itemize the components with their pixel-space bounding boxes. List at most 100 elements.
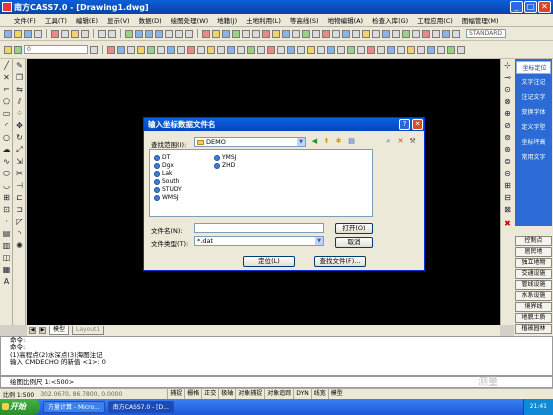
snap-f-icon[interactable]: ⊘ <box>503 121 512 130</box>
cass-tool-ag-icon[interactable] <box>427 45 435 54</box>
dyn-toggle[interactable]: DYN <box>293 389 310 399</box>
snap-e-icon[interactable]: ⊕ <box>503 109 512 118</box>
layer-state-icon[interactable] <box>14 45 22 54</box>
otrack-toggle[interactable]: 对象追踪 <box>264 389 293 399</box>
polyline-icon[interactable]: ⌐ <box>2 85 11 94</box>
construction-line-icon[interactable]: ✕ <box>2 73 11 82</box>
dialog-close-icon[interactable]: ✕ <box>412 119 423 130</box>
break-icon[interactable]: ⊏ <box>15 193 24 202</box>
list-item[interactable]: WMSJ <box>154 194 179 201</box>
minimize-button[interactable]: _ <box>510 1 523 13</box>
snap-c-icon[interactable]: ⊙ <box>503 85 512 94</box>
list-item[interactable]: Dgx <box>154 162 174 169</box>
array-icon[interactable]: ⁘ <box>15 109 24 118</box>
tool-t-icon[interactable] <box>392 29 400 38</box>
menu-item-traffic[interactable]: 交通设施 <box>515 269 552 279</box>
open-button[interactable]: 打开(O) <box>335 223 373 234</box>
list-item[interactable]: South <box>154 178 179 185</box>
tool-l-icon[interactable] <box>312 29 320 38</box>
close-button[interactable]: ✕ <box>538 1 551 13</box>
tool-y-icon[interactable] <box>442 29 450 38</box>
menu-draw[interactable]: 绘图处理(W) <box>171 15 209 25</box>
cass-tool-k-icon[interactable] <box>207 45 215 54</box>
menu-item-water[interactable]: 水系设施 <box>515 291 552 301</box>
rotate-icon[interactable]: ↻ <box>15 133 24 142</box>
print-icon[interactable] <box>34 29 42 38</box>
properties-icon[interactable] <box>165 29 173 38</box>
menu-item-vegetation[interactable]: 植被园林 <box>515 324 552 334</box>
revcloud-icon[interactable]: ☁ <box>2 145 11 154</box>
tab-next-icon[interactable]: ▶ <box>39 327 46 334</box>
cass-tool-q-icon[interactable] <box>267 45 275 54</box>
cass-tool-y-icon[interactable] <box>347 45 355 54</box>
region-icon[interactable]: ◫ <box>2 253 11 262</box>
zoom-previous-icon[interactable] <box>155 29 163 38</box>
polygon-icon[interactable]: ⬠ <box>2 97 11 106</box>
cass-tool-a-icon[interactable] <box>107 45 115 54</box>
list-item[interactable]: Lak <box>154 170 173 177</box>
layer-combo[interactable]: 0 <box>24 45 88 54</box>
menu-item-boundary[interactable]: 境界线 <box>515 302 552 312</box>
close-panel-icon[interactable]: ✖ <box>503 219 512 228</box>
menu-cadastre[interactable]: 地籍(J) <box>217 15 237 25</box>
tool-c-icon[interactable] <box>222 29 230 38</box>
cass-tool-t-icon[interactable] <box>297 45 305 54</box>
menu-item-coord-elevation[interactable]: 坐标坪高 <box>516 136 551 149</box>
undo-icon[interactable] <box>98 29 106 38</box>
tool-a-icon[interactable] <box>202 29 210 38</box>
cass-tool-ac-icon[interactable] <box>387 45 395 54</box>
tool-z-icon[interactable] <box>452 29 460 38</box>
offset-icon[interactable]: ⫽ <box>15 97 24 106</box>
spline-icon[interactable]: ∿ <box>2 157 11 166</box>
cass-tool-h-icon[interactable] <box>177 45 185 54</box>
menu-item-common-text[interactable]: 常用文字 <box>516 151 551 164</box>
cass-tool-z-icon[interactable] <box>357 45 365 54</box>
tool-u-icon[interactable] <box>402 29 410 38</box>
cass-tool-i-icon[interactable] <box>187 45 195 54</box>
list-item[interactable]: DT <box>154 154 170 161</box>
explode-icon[interactable]: ✺ <box>15 241 24 250</box>
menu-sheet[interactable]: 图幅管理(M) <box>462 15 499 25</box>
gradient-icon[interactable]: ▥ <box>2 241 11 250</box>
rectangle-icon[interactable]: ▭ <box>2 109 11 118</box>
open-icon[interactable] <box>14 29 22 38</box>
lineweight-toggle[interactable]: 线宽 <box>310 389 328 399</box>
model-toggle[interactable]: 模型 <box>327 389 345 399</box>
menu-check[interactable]: 检查入库(G) <box>372 15 408 25</box>
filename-input[interactable] <box>194 223 324 233</box>
snap-a-icon[interactable]: ⊹ <box>503 61 512 70</box>
menu-feature-edit[interactable]: 地物编辑(A) <box>328 15 364 25</box>
menu-data[interactable]: 数据(D) <box>139 15 162 25</box>
tool-r-icon[interactable] <box>372 29 380 38</box>
trim-icon[interactable]: ✂ <box>15 169 24 178</box>
list-item[interactable]: ZHD <box>214 162 235 169</box>
cass-app-icon[interactable] <box>2 2 12 12</box>
cass-tool-w-icon[interactable] <box>327 45 335 54</box>
cass-tool-f-icon[interactable] <box>157 45 165 54</box>
hatch-icon[interactable]: ▤ <box>2 229 11 238</box>
list-item[interactable]: STUDY <box>154 186 182 193</box>
menu-item-define-style[interactable]: 定义字型 <box>516 121 551 134</box>
menu-engineering[interactable]: 工程应用(C) <box>417 15 453 25</box>
snap-m-icon[interactable]: ⊠ <box>503 205 512 214</box>
menu-view[interactable]: 显示(V) <box>107 15 130 25</box>
cass-tool-o-icon[interactable] <box>247 45 255 54</box>
tool-q-icon[interactable] <box>362 29 370 38</box>
cass-tool-ad-icon[interactable] <box>397 45 405 54</box>
tool-w-icon[interactable] <box>422 29 430 38</box>
tab-layout1[interactable]: Layout1 <box>72 326 105 335</box>
arc-icon[interactable]: ◜ <box>2 121 11 130</box>
join-icon[interactable]: ⊐ <box>15 205 24 214</box>
save-icon[interactable] <box>24 29 32 38</box>
menu-item-note-text[interactable]: 注记文字 <box>516 91 551 104</box>
tool-b-icon[interactable] <box>212 29 220 38</box>
toolpalette-icon[interactable] <box>185 29 193 38</box>
snap-toggle[interactable]: 捕捉 <box>167 389 184 399</box>
tool-s-icon[interactable] <box>382 29 390 38</box>
cass-tool-ae-icon[interactable] <box>407 45 415 54</box>
ellipse-arc-icon[interactable]: ◡ <box>2 181 11 190</box>
menu-item-change-font[interactable]: 变换字体 <box>516 106 551 119</box>
tool-p-icon[interactable] <box>352 29 360 38</box>
tool-j-icon[interactable] <box>292 29 300 38</box>
layer-manager-icon[interactable] <box>4 45 12 54</box>
